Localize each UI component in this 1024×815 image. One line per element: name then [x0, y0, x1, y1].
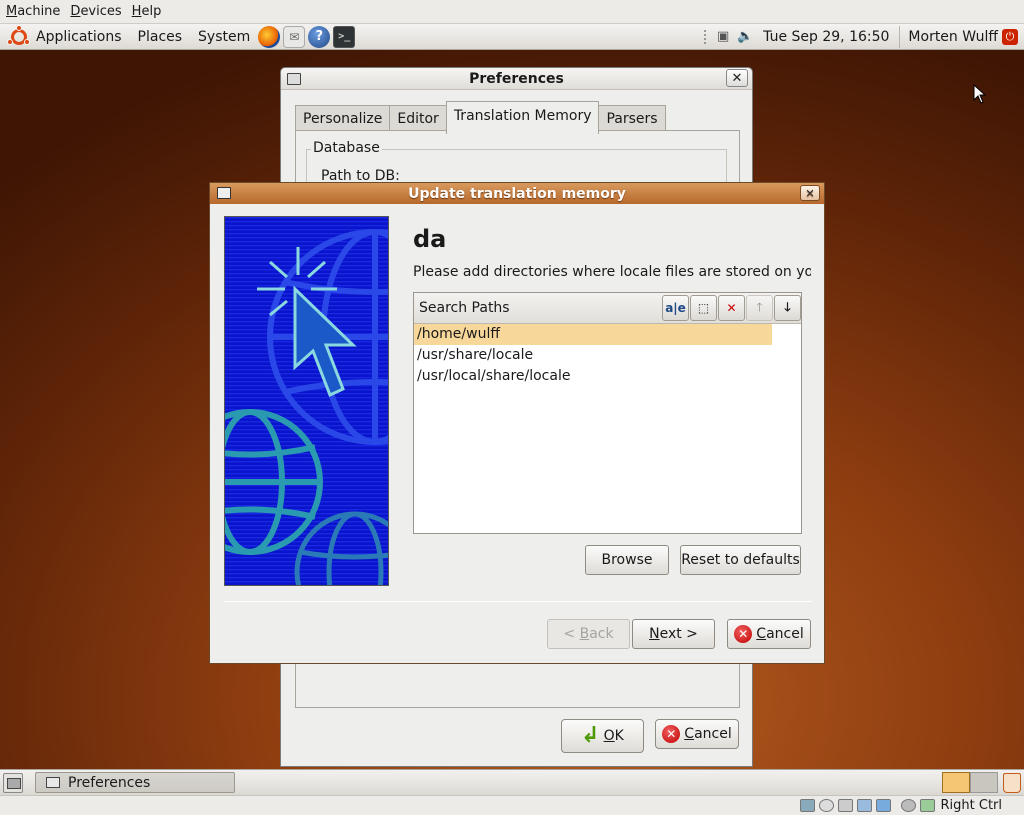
network-adapter-icon[interactable]: [856, 799, 872, 812]
move-down-icon[interactable]: 🡓: [774, 295, 801, 321]
cancel-icon: ✕: [734, 625, 753, 643]
window-menu-icon[interactable]: [287, 73, 301, 85]
floppy-icon[interactable]: [837, 799, 853, 812]
places-menu[interactable]: Places: [138, 29, 183, 45]
dialog-separator: [224, 601, 812, 602]
tm-window-menu-icon[interactable]: [217, 187, 231, 199]
path-row[interactable]: /usr/share/locale: [414, 345, 801, 366]
power-icon[interactable]: ⏻: [1002, 28, 1018, 45]
show-desktop-icon[interactable]: [3, 773, 23, 793]
search-paths-toolbar: a|e ⬚ ✕ 🡑 🡓: [661, 295, 801, 321]
top-panel: Applications Places System ✉ ? >_ ▣ 🔈 Tu…: [0, 24, 1024, 50]
preferences-close-button[interactable]: ✕: [726, 69, 748, 87]
system-menu[interactable]: System: [198, 29, 250, 45]
wizard-banner-image: [224, 216, 389, 586]
remove-path-icon[interactable]: ✕: [718, 295, 745, 321]
edit-path-icon[interactable]: a|e: [662, 295, 689, 321]
ubuntu-logo-icon[interactable]: [7, 24, 30, 48]
vbox-menubar: Machine Devices Help: [0, 0, 1024, 24]
cancel-icon: ✕: [662, 725, 681, 743]
help-icon[interactable]: ?: [308, 25, 331, 48]
applications-menu[interactable]: Applications: [36, 29, 122, 45]
vbox-statusbar: Right Ctrl: [0, 795, 1024, 815]
menu-devices[interactable]: Devices: [70, 4, 121, 19]
tab-translation-memory[interactable]: Translation Memory: [445, 101, 600, 134]
menu-machine[interactable]: Machine: [6, 4, 60, 19]
user-switcher[interactable]: Morten Wulff: [908, 29, 998, 45]
taskbar-preferences[interactable]: Preferences: [35, 772, 235, 793]
tm-dialog-title: Update translation memory: [408, 185, 626, 202]
add-path-icon[interactable]: ⬚: [690, 295, 717, 321]
browse-button[interactable]: Browse: [585, 545, 669, 575]
mail-icon[interactable]: ✉: [283, 25, 306, 48]
menu-help[interactable]: Help: [132, 4, 162, 19]
reset-to-defaults-button[interactable]: Reset to defaults: [680, 545, 801, 575]
taskbar-preferences-label: Preferences: [68, 774, 151, 791]
clock[interactable]: Tue Sep 29, 16:50: [763, 29, 889, 45]
panel-separator: [899, 25, 901, 48]
mouse-integration-icon[interactable]: [900, 799, 916, 812]
host-key-icon: [919, 799, 935, 812]
volume-icon[interactable]: 🔈: [737, 29, 753, 45]
trash-icon[interactable]: [1003, 773, 1021, 793]
language-heading: da: [413, 225, 447, 253]
network-icon[interactable]: ▣: [715, 29, 731, 45]
tm-dialog-close-button[interactable]: ✕: [800, 185, 820, 201]
host-key-label: Right Ctrl: [940, 798, 1003, 813]
next-button[interactable]: Next >: [632, 619, 715, 649]
tm-dialog-titlebar[interactable]: Update translation memory ✕: [210, 183, 824, 204]
preferences-title: Preferences: [469, 70, 564, 87]
tray-grip: [704, 29, 707, 44]
window-icon: [46, 777, 60, 788]
ok-button[interactable]: ↲ OK: [561, 719, 644, 753]
preferences-titlebar[interactable]: Preferences ✕: [281, 68, 752, 90]
search-paths-header-label: Search Paths: [419, 300, 510, 316]
shared-folder-icon[interactable]: [875, 799, 891, 812]
workspace-2[interactable]: [970, 772, 998, 793]
path-row[interactable]: /home/wulff: [414, 324, 772, 345]
firefox-icon[interactable]: [258, 25, 281, 48]
terminal-icon[interactable]: >_: [333, 25, 356, 48]
ok-arrow-icon: ↲: [581, 723, 600, 748]
database-frame-label: Database: [311, 140, 382, 156]
workspace-1[interactable]: [942, 772, 970, 793]
update-tm-dialog: Update translation memory ✕ da Please ad…: [209, 182, 825, 664]
tm-description: Please add directories where locale file…: [413, 264, 811, 280]
preferences-cancel-button[interactable]: ✕ Cancel: [655, 719, 739, 749]
path-row[interactable]: /usr/local/share/locale: [414, 366, 801, 387]
tm-cancel-button[interactable]: ✕ Cancel: [727, 619, 811, 649]
search-paths-header: Search Paths a|e ⬚ ✕ 🡑 🡓: [414, 293, 801, 324]
bottom-panel: Preferences: [0, 769, 1024, 795]
move-up-icon[interactable]: 🡑: [746, 295, 773, 321]
search-paths-list[interactable]: Search Paths a|e ⬚ ✕ 🡑 🡓 /home/wulff /us…: [413, 292, 802, 534]
back-button[interactable]: < Back: [547, 619, 630, 649]
cd-icon[interactable]: [818, 799, 834, 812]
mouse-cursor-icon: [973, 84, 987, 104]
hdd-icon[interactable]: [799, 799, 815, 812]
